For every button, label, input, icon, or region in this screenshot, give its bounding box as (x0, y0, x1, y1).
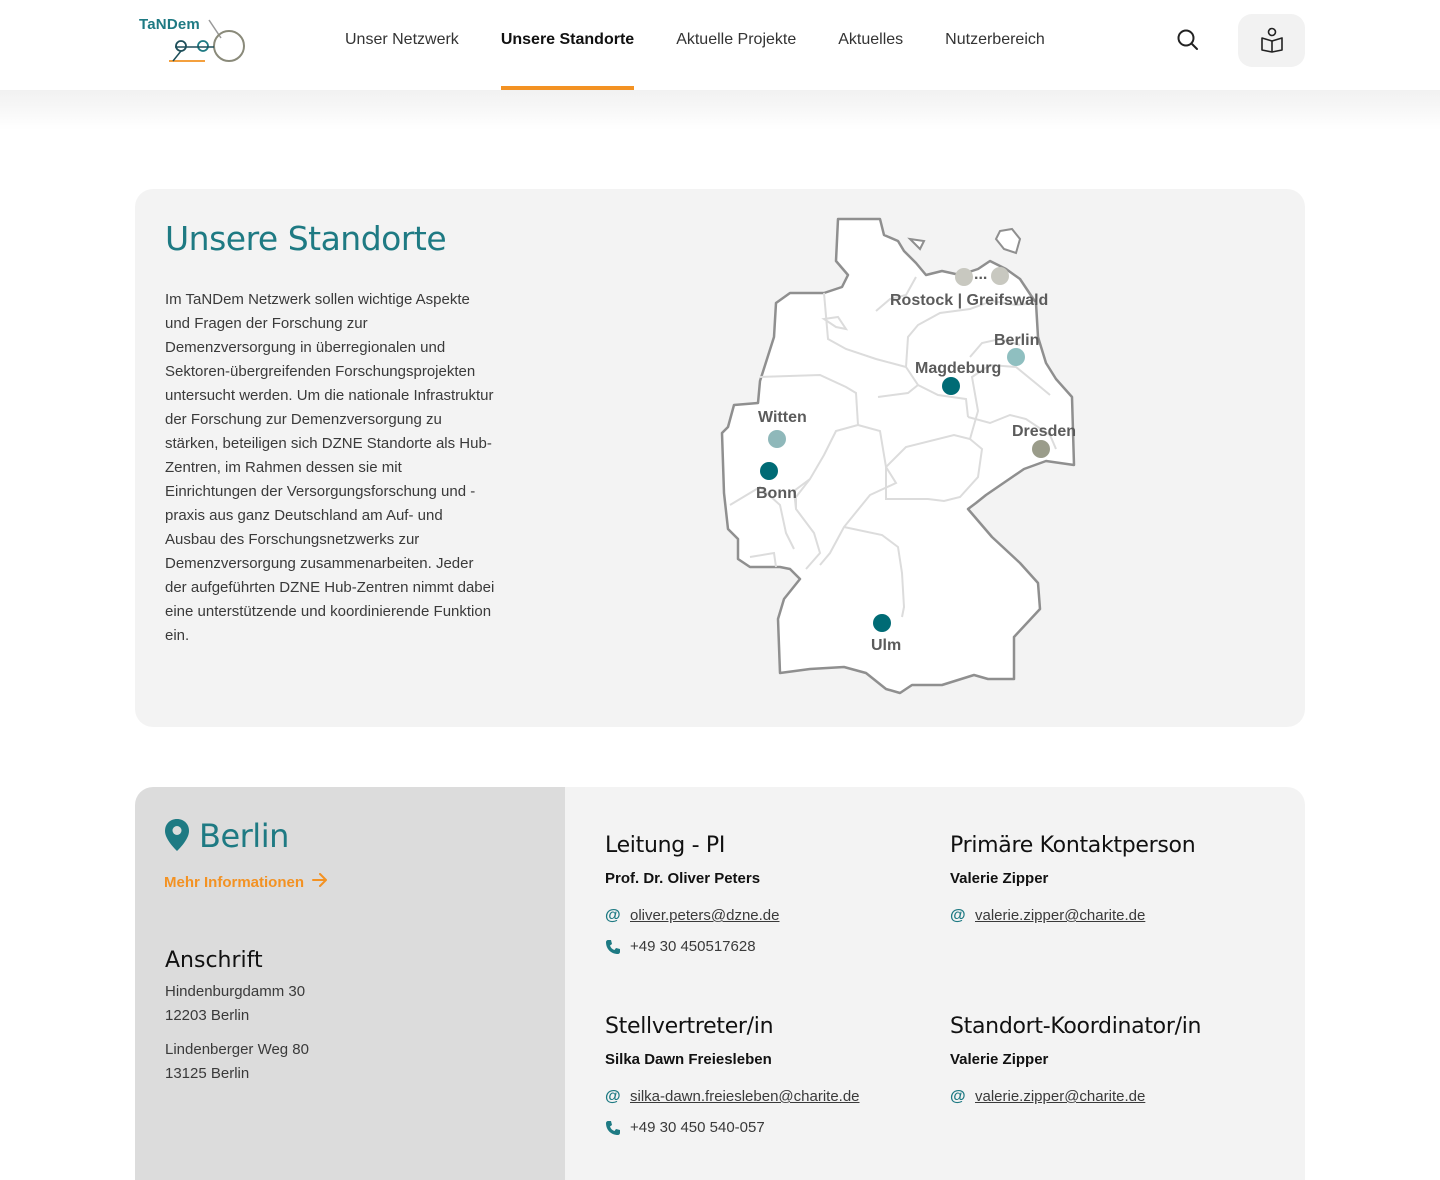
at-icon: @ (605, 1088, 621, 1105)
more-information-link[interactable]: Mehr Informationen (164, 873, 328, 891)
arrow-right-icon (312, 873, 328, 891)
user-area-button[interactable] (1238, 14, 1305, 67)
phone-icon (605, 931, 621, 966)
at-icon: @ (605, 907, 621, 924)
contact-name: Silka Dawn Freiesleben (605, 1051, 772, 1068)
address-1-street: Hindenburgdamm 30 (165, 983, 306, 1000)
contact-role: Standort-Koordinator/in (950, 1014, 1202, 1039)
email-link[interactable]: oliver.peters@dzne.de (630, 907, 779, 924)
contact-primary: Primäre Kontaktperson Valerie Zipper @ v… (950, 833, 1290, 931)
contact-coordinator: Standort-Koordinator/in Valerie Zipper @… (950, 1014, 1290, 1112)
contact-name: Prof. Dr. Oliver Peters (605, 870, 761, 887)
more-information-label: Mehr Informationen (164, 874, 305, 891)
map-marker-greifswald (991, 267, 1009, 285)
map-ellipsis: ... (974, 266, 987, 283)
map-marker-rostock (955, 268, 973, 286)
contact-phone-row: +49 30 450517628 (605, 931, 945, 962)
book-reader-icon (1261, 27, 1283, 53)
contact-name: Valerie Zipper (950, 1051, 1049, 1068)
address-2-city: 13125 Berlin (165, 1065, 250, 1082)
nav-aktuelles[interactable]: Aktuelles (838, 0, 903, 90)
map-label-magdeburg: Magdeburg (915, 360, 1001, 377)
contact-email-row: @ valerie.zipper@charite.de (950, 900, 1290, 931)
address-heading: Anschrift (165, 948, 263, 973)
site-header: TaNDem Unser Netzwerk Unsere Standorte A… (0, 0, 1440, 90)
address-2-street: Lindenberger Weg 80 (165, 1041, 309, 1058)
standorte-card: Unsere Standorte Im TaNDem Netzwerk soll… (135, 189, 1305, 727)
email-link[interactable]: valerie.zipper@charite.de (975, 907, 1145, 924)
nav-nutzerbereich[interactable]: Nutzerbereich (945, 0, 1045, 90)
header-shadow (0, 90, 1440, 130)
map-marker-berlin (1007, 348, 1025, 366)
search-button[interactable] (1172, 24, 1204, 56)
map-label-ulm: Ulm (871, 637, 901, 654)
nav-unser-netzwerk[interactable]: Unser Netzwerk (345, 0, 459, 90)
map-label-rostock-greifswald: Rostock | Greifswald (890, 292, 1048, 309)
contact-lead: Leitung - PI Prof. Dr. Oliver Peters @ o… (605, 833, 945, 962)
nav-aktuelle-projekte[interactable]: Aktuelle Projekte (676, 0, 796, 90)
phone-number[interactable]: +49 30 450517628 (630, 938, 756, 955)
contact-email-row: @ valerie.zipper@charite.de (950, 1081, 1290, 1112)
phone-icon (605, 1112, 621, 1147)
location-contacts-panel: Leitung - PI Prof. Dr. Oliver Peters @ o… (565, 787, 1305, 1180)
contact-phone-row: +49 30 450 540-057 (605, 1112, 945, 1143)
contact-name: Valerie Zipper (950, 870, 1049, 887)
tandem-logo[interactable]: TaNDem (139, 16, 249, 68)
logo-bicycle-icon (169, 19, 245, 62)
page-title: Unsere Standorte (165, 219, 447, 258)
email-link[interactable]: valerie.zipper@charite.de (975, 1088, 1145, 1105)
map-marker-witten (768, 430, 786, 448)
at-icon: @ (950, 1088, 966, 1105)
contact-role: Leitung - PI (605, 833, 726, 858)
intro-text: Im TaNDem Netzwerk sollen wichtige Aspek… (165, 291, 495, 644)
main-nav: Unser Netzwerk Unsere Standorte Aktuelle… (345, 0, 1087, 90)
map-marker-magdeburg (942, 377, 960, 395)
location-city: Berlin (199, 817, 289, 855)
germany-map: ... Rostock | Greifswald Berlin Magdebur… (720, 217, 1076, 695)
map-marker-dresden (1032, 440, 1050, 458)
map-label-berlin: Berlin (994, 332, 1039, 349)
contact-email-row: @ oliver.peters@dzne.de (605, 900, 945, 931)
map-marker-ulm (873, 614, 891, 632)
contact-deputy: Stellvertreter/in Silka Dawn Freiesleben… (605, 1014, 945, 1143)
map-marker-bonn (760, 462, 778, 480)
map-label-dresden: Dresden (1012, 423, 1076, 440)
search-icon (1177, 29, 1198, 50)
map-label-bonn: Bonn (756, 485, 797, 502)
map-label-witten: Witten (758, 409, 807, 426)
map-pin-icon (165, 819, 189, 851)
email-link[interactable]: silka-dawn.freiesleben@charite.de (630, 1088, 860, 1105)
address-1-city: 12203 Berlin (165, 1007, 250, 1024)
contact-role: Stellvertreter/in (605, 1014, 774, 1039)
contact-role: Primäre Kontaktperson (950, 833, 1196, 858)
location-summary-panel: Berlin Mehr Informationen Anschrift Hind… (135, 787, 565, 1180)
nav-unsere-standorte[interactable]: Unsere Standorte (500, 0, 635, 90)
contact-email-row: @ silka-dawn.freiesleben@charite.de (605, 1081, 945, 1112)
at-icon: @ (950, 907, 966, 924)
phone-number[interactable]: +49 30 450 540-057 (630, 1119, 765, 1136)
